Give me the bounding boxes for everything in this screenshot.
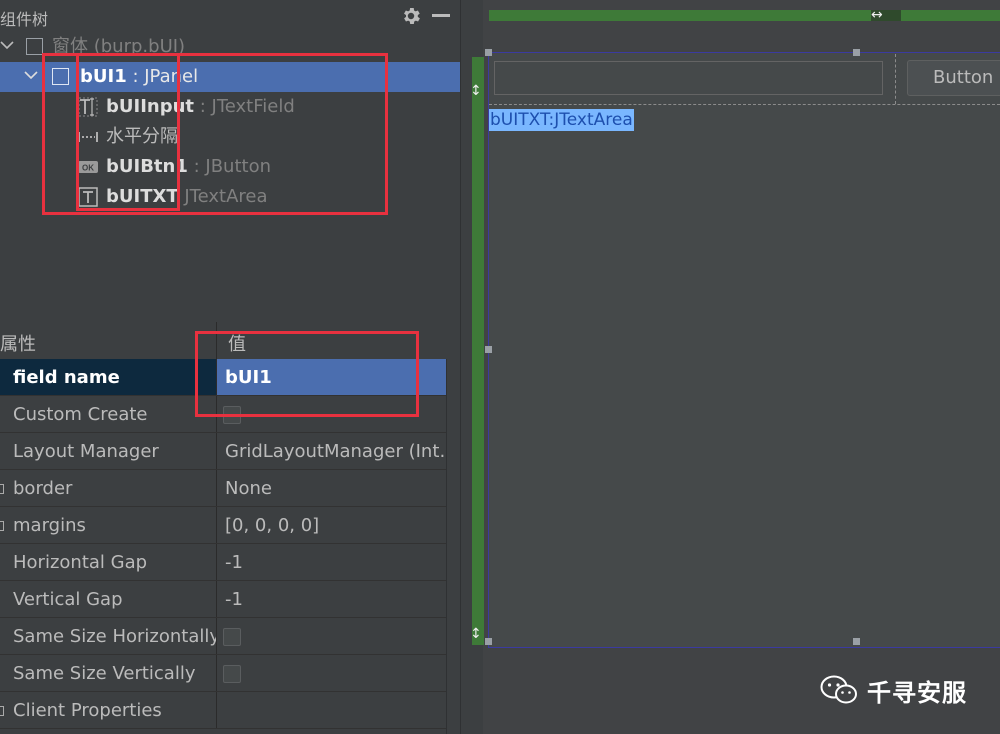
property-row-vertical-gap[interactable]: Vertical Gap -1 [0,581,446,618]
resize-vertical-icon[interactable]: ↕ [470,627,482,641]
component-tree-header: 组件树 [0,0,460,32]
resize-handle[interactable] [485,638,492,645]
tree-item-name: 水平分隔 [106,126,178,147]
tree-item-buiinput[interactable]: bUIInput : JTextField [0,92,460,122]
tree-item-spacer[interactable]: 水平分隔 [0,122,460,152]
component-tree-title: 组件树 [0,10,49,29]
tree-item-name: bUITXT [106,186,179,207]
buibtn1-button[interactable]: Button [907,60,1000,96]
tree-item-name: bUI1 [80,66,127,87]
property-row-same-size-h[interactable]: Same Size Horizontally [0,618,446,655]
tree-item-type: JButton [205,156,271,177]
resize-handle[interactable] [853,49,860,56]
tree-item-type: JTextArea [184,186,268,207]
gear-icon[interactable] [400,5,422,27]
same-size-horizontally-checkbox[interactable] [223,628,241,646]
resize-handle[interactable] [853,638,860,645]
tree-checkbox[interactable] [26,38,43,55]
custom-create-checkbox[interactable] [223,406,241,424]
property-table: 属性 值 field name bUI1 Custom Create Layou… [0,322,461,734]
property-row-field-name[interactable]: field name bUI1 [0,359,446,396]
property-row-margins[interactable]: margins [0, 0, 0, 0] [0,507,446,544]
margins-value[interactable]: [0, 0, 0, 0] [216,507,446,543]
tree-item-name: bUIBtn1 [106,156,188,177]
text-area-icon [78,187,98,207]
tree-item-type: JTextField [211,96,295,117]
tree-item-sep: : [126,66,145,87]
horizontal-gap-value[interactable]: -1 [216,544,446,580]
property-row-custom-create[interactable]: Custom Create [0,396,446,433]
tree-item-type: JPanel [144,66,199,87]
tree-item-root-type: (burp.bUI) [93,36,186,57]
horizontal-spacer-icon [78,132,98,142]
property-table-scrollbar[interactable] [446,359,461,734]
resize-horizontal-icon[interactable]: ↔ [871,8,883,22]
tree-item-root[interactable]: 窗体 (burp.bUI) [0,32,460,62]
value-column-header[interactable]: 值 [228,330,246,356]
panel-icon [52,68,69,85]
minimize-icon[interactable] [432,14,450,17]
tree-item-root-name: 窗体 [52,36,88,57]
tree-item-buitxt[interactable]: bUITXT JTextArea [0,182,460,212]
resize-vertical-icon[interactable]: ↕ [470,84,482,98]
watermark: 千寻安服 [819,672,967,708]
jpanel-canvas[interactable] [488,52,1000,648]
row-header-bar[interactable] [472,57,484,645]
field-name-value[interactable]: bUI1 [216,359,446,395]
property-row-horizontal-gap[interactable]: Horizontal Gap -1 [0,544,446,581]
property-column-header[interactable]: 属性 [0,330,36,356]
property-row-client-properties[interactable]: Client Properties [0,692,446,729]
grid-column-divider [895,54,896,104]
property-row-border[interactable]: border None [0,470,446,507]
expand-icon[interactable] [0,706,4,716]
expand-icon[interactable] [0,521,4,531]
button-icon: OK [78,161,98,173]
tree-item-buibtn1[interactable]: OK bUIBtn1 : JButton [0,152,460,182]
chevron-down-icon[interactable] [24,68,38,82]
buitxt-textarea-label[interactable]: bUITXT:JTextArea [489,109,634,131]
form-designer: ↔ ↕ ↕ Button bUITXT:JTextArea 千寻安服 [461,0,1000,734]
watermark-text: 千寻安服 [867,678,967,707]
component-tree-panel: 组件树 窗体 (burp.bUI) bUI1 : JPanel bUIInput… [0,0,460,322]
property-row-same-size-v[interactable]: Same Size Vertically [0,655,446,692]
property-table-header: 属性 值 [0,322,446,360]
column-header-bar[interactable] [489,10,1000,21]
property-row-layout-manager[interactable]: Layout Manager GridLayoutManager (Int… [0,433,446,470]
same-size-vertically-checkbox[interactable] [223,665,241,683]
wechat-icon [820,675,857,704]
buiinput-textfield[interactable] [494,61,883,95]
border-value[interactable]: None [216,470,446,506]
svg-text:OK: OK [82,164,94,173]
text-field-icon [78,97,98,117]
vertical-gap-value[interactable]: -1 [216,581,446,617]
expand-icon[interactable] [0,484,4,494]
tree-item-name: bUIInput [106,96,195,117]
layout-manager-value[interactable]: GridLayoutManager (Int… [216,433,446,469]
resize-handle[interactable] [485,49,492,56]
tree-item-bui1[interactable]: bUI1 : JPanel [0,62,460,92]
resize-handle[interactable] [485,346,492,353]
chevron-down-icon[interactable] [0,38,14,52]
